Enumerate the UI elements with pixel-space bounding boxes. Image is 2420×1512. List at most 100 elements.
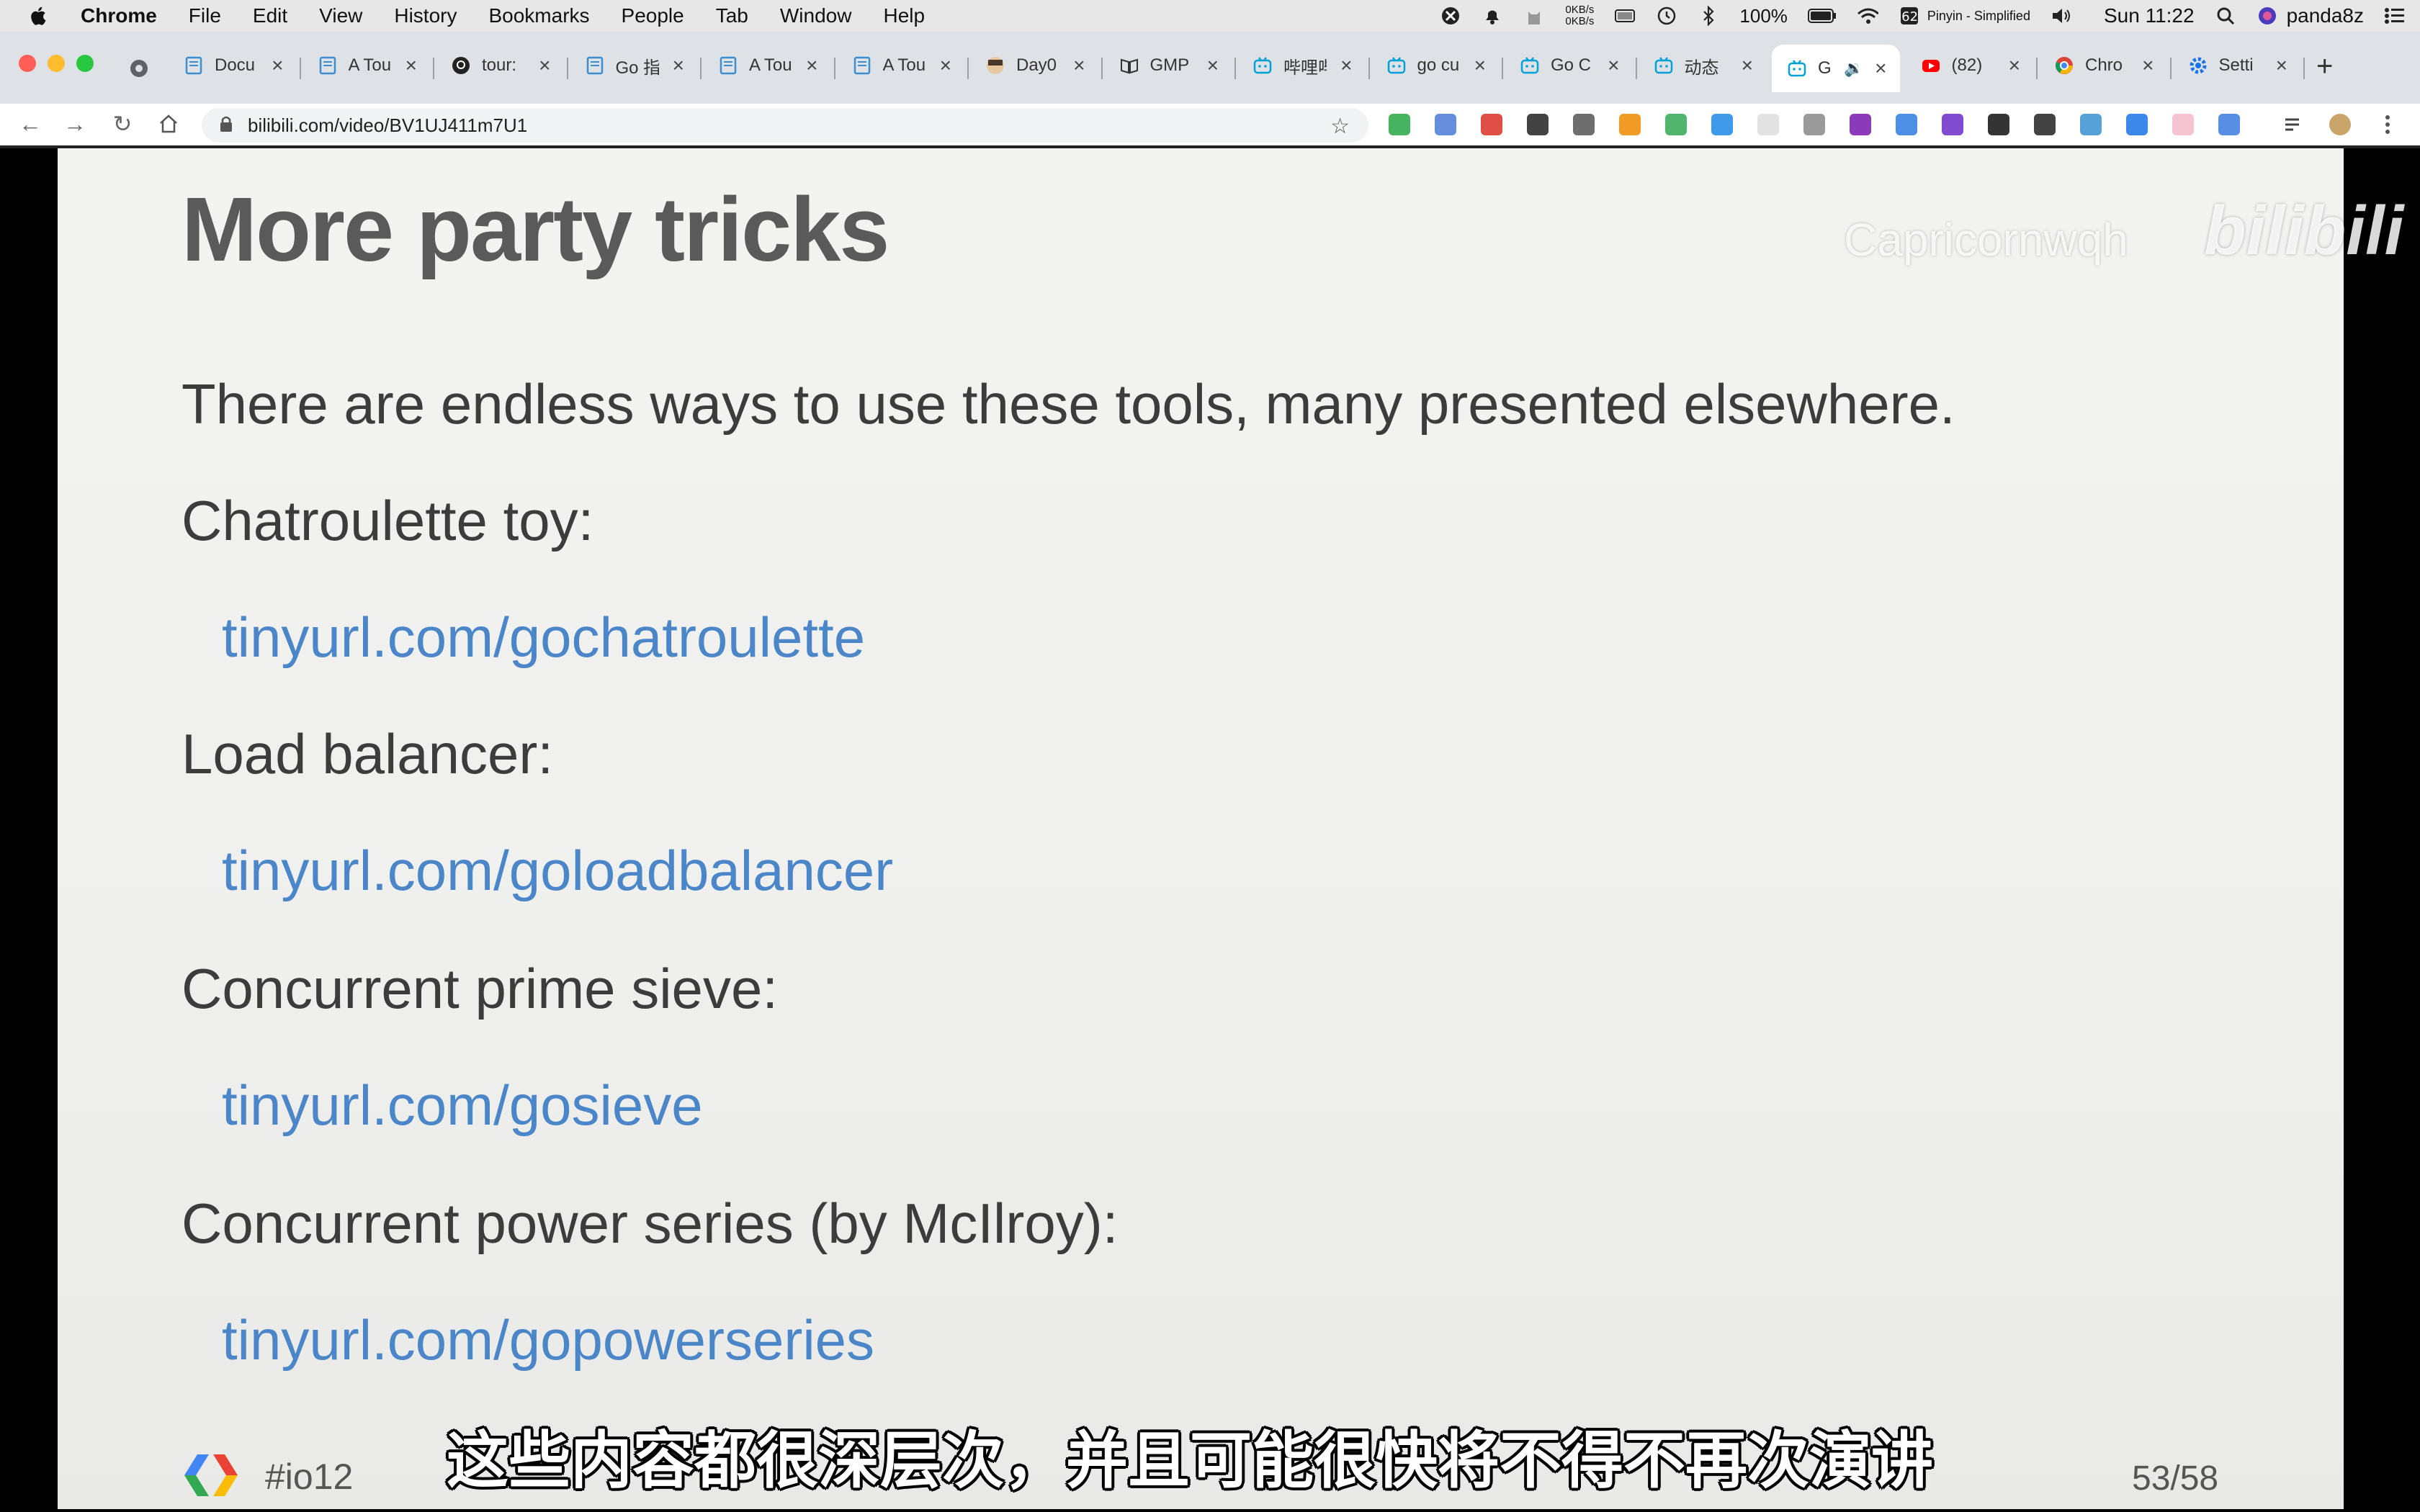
browser-tab[interactable]: Docu × <box>169 45 297 86</box>
input-method-icon[interactable]: \u62fc <box>1899 5 1920 27</box>
tab-separator <box>2169 58 2172 79</box>
menu-app-name[interactable]: Chrome <box>81 4 157 27</box>
browser-tab[interactable]: A Tou × <box>703 45 831 86</box>
apple-icon[interactable] <box>27 5 48 27</box>
volume-icon[interactable] <box>2051 5 2072 27</box>
siri-icon[interactable] <box>2257 5 2278 27</box>
clipboard-icon[interactable] <box>1573 114 1595 135</box>
bluetooth-icon[interactable] <box>1698 5 1719 27</box>
audio-playing-icon[interactable]: 🔉 <box>1844 59 1863 78</box>
tampermonkey-icon[interactable] <box>1527 114 1549 135</box>
browser-tab[interactable]: Go C × <box>1505 45 1633 86</box>
colorpick-icon[interactable] <box>1665 114 1687 135</box>
close-tab-icon[interactable]: × <box>1073 54 1085 77</box>
todoist-icon[interactable] <box>1481 114 1502 135</box>
rp-icon[interactable] <box>1942 114 1963 135</box>
wifi-icon[interactable] <box>1857 5 1878 27</box>
lock-icon[interactable] <box>219 115 233 136</box>
notification-center-icon[interactable] <box>2384 5 2406 27</box>
browser-tab[interactable]: (82) × <box>1906 45 2034 86</box>
battery-percent[interactable]: 100% <box>1739 5 1788 27</box>
pocket-icon[interactable] <box>1896 114 1917 135</box>
grammarly-icon[interactable] <box>1389 114 1410 135</box>
puzzle-icon[interactable] <box>1711 114 1733 135</box>
close-tab-icon[interactable]: × <box>1340 54 1352 77</box>
onenote-icon[interactable] <box>1850 114 1871 135</box>
download-icon[interactable] <box>2080 114 2102 135</box>
close-tab-icon[interactable]: × <box>806 54 817 77</box>
menu-edit[interactable]: Edit <box>253 4 287 27</box>
tab-title: 哔哩哔 <box>1283 58 1327 78</box>
time-machine-icon[interactable] <box>1656 5 1677 27</box>
address-bar[interactable]: bilibili.com/video/BV1UJ411m7U1 ☆ <box>202 108 1368 143</box>
menu-window[interactable]: Window <box>780 4 852 27</box>
close-tab-icon[interactable]: × <box>1474 54 1486 77</box>
menu-file[interactable]: File <box>189 4 221 27</box>
menu-view[interactable]: View <box>319 4 362 27</box>
video-player[interactable]: More party tricks There are endless ways… <box>0 148 2420 1512</box>
browser-tab[interactable]: Chro × <box>2039 45 2167 86</box>
notification-bell-icon[interactable] <box>1482 5 1503 27</box>
tab-search-icon[interactable] <box>128 58 150 83</box>
translate-icon[interactable] <box>1435 114 1456 135</box>
tab-active[interactable]: G 🔉 × <box>1772 45 1900 92</box>
menu-tab[interactable]: Tab <box>716 4 748 27</box>
xcode-cleaner-icon[interactable] <box>1440 5 1461 27</box>
browser-tab[interactable]: A Tou × <box>837 45 965 86</box>
close-tab-icon[interactable]: × <box>2009 54 2020 77</box>
github-ext-icon[interactable] <box>2034 114 2056 135</box>
menubar-username[interactable]: panda8z <box>2287 4 2364 27</box>
vlc-icon[interactable] <box>1619 114 1641 135</box>
network-speed[interactable]: 0KB/s 0KB/s <box>1565 4 1594 27</box>
downloader-icon[interactable] <box>2126 114 2148 135</box>
close-tab-icon[interactable]: × <box>940 54 951 77</box>
minimize-window-button[interactable] <box>48 55 65 72</box>
profile-avatar-icon[interactable] <box>2329 114 2351 135</box>
close-tab-icon[interactable]: × <box>673 54 684 77</box>
browser-tab[interactable]: Day0 × <box>970 45 1098 86</box>
menu-help[interactable]: Help <box>883 4 925 27</box>
close-tab-icon[interactable]: × <box>2276 54 2287 77</box>
spotlight-search-icon[interactable] <box>2215 5 2236 27</box>
close-window-button[interactable] <box>19 55 36 72</box>
vue-devtools-icon[interactable] <box>1803 114 1825 135</box>
browser-tab[interactable]: Go 指 × <box>570 45 698 86</box>
battery-icon[interactable] <box>1807 5 1837 27</box>
close-tab-icon[interactable]: × <box>539 54 550 77</box>
browser-tab[interactable]: A Tou × <box>302 45 431 86</box>
close-tab-icon[interactable]: × <box>405 54 417 77</box>
new-tab-button[interactable]: + <box>2316 50 2333 83</box>
close-tab-icon[interactable]: × <box>2142 54 2154 77</box>
reload-button[interactable]: ↻ <box>108 109 137 138</box>
url-text[interactable]: bilibili.com/video/BV1UJ411m7U1 <box>248 114 527 137</box>
menu-history[interactable]: History <box>394 4 457 27</box>
input-method-label[interactable]: Pinyin - Simplified <box>1927 9 2030 24</box>
blank-ext-icon[interactable] <box>1757 114 1779 135</box>
close-tab-icon[interactable]: × <box>1608 54 1619 77</box>
forward-button[interactable]: → <box>60 109 89 138</box>
menu-bookmarks[interactable]: Bookmarks <box>488 4 589 27</box>
browser-tab[interactable]: 动态 × <box>1639 45 1767 86</box>
disk-icon[interactable] <box>1614 5 1636 27</box>
cat-icon[interactable] <box>1523 5 1545 27</box>
close-tab-icon[interactable]: × <box>1875 57 1886 80</box>
bilibili-ext-icon[interactable] <box>2172 114 2194 135</box>
browser-tab[interactable]: Setti × <box>2173 45 2301 86</box>
menubar-clock[interactable]: Sun 11:22 <box>2104 4 2195 27</box>
browser-tab[interactable]: tour: × <box>436 45 564 86</box>
menu-people[interactable]: People <box>622 4 684 27</box>
maximize-window-button[interactable] <box>76 55 94 72</box>
browser-tab[interactable]: GMP × <box>1104 45 1232 86</box>
chrome-menu-icon[interactable] <box>2377 114 2398 135</box>
back-button[interactable]: ← <box>16 109 45 138</box>
home-button[interactable] <box>154 109 183 138</box>
bookmark-star-icon[interactable]: ☆ <box>1330 114 1350 139</box>
pdf-icon[interactable] <box>2218 114 2240 135</box>
close-tab-icon[interactable]: × <box>1742 54 1753 77</box>
browser-tab[interactable]: 哔哩哔 × <box>1237 45 1366 86</box>
reading-list-icon[interactable] <box>2283 114 2305 135</box>
close-tab-icon[interactable]: × <box>1207 54 1219 77</box>
browser-tab[interactable]: go cu × <box>1371 45 1500 86</box>
jetbrains-icon[interactable] <box>1988 114 2009 135</box>
close-tab-icon[interactable]: × <box>272 54 283 77</box>
